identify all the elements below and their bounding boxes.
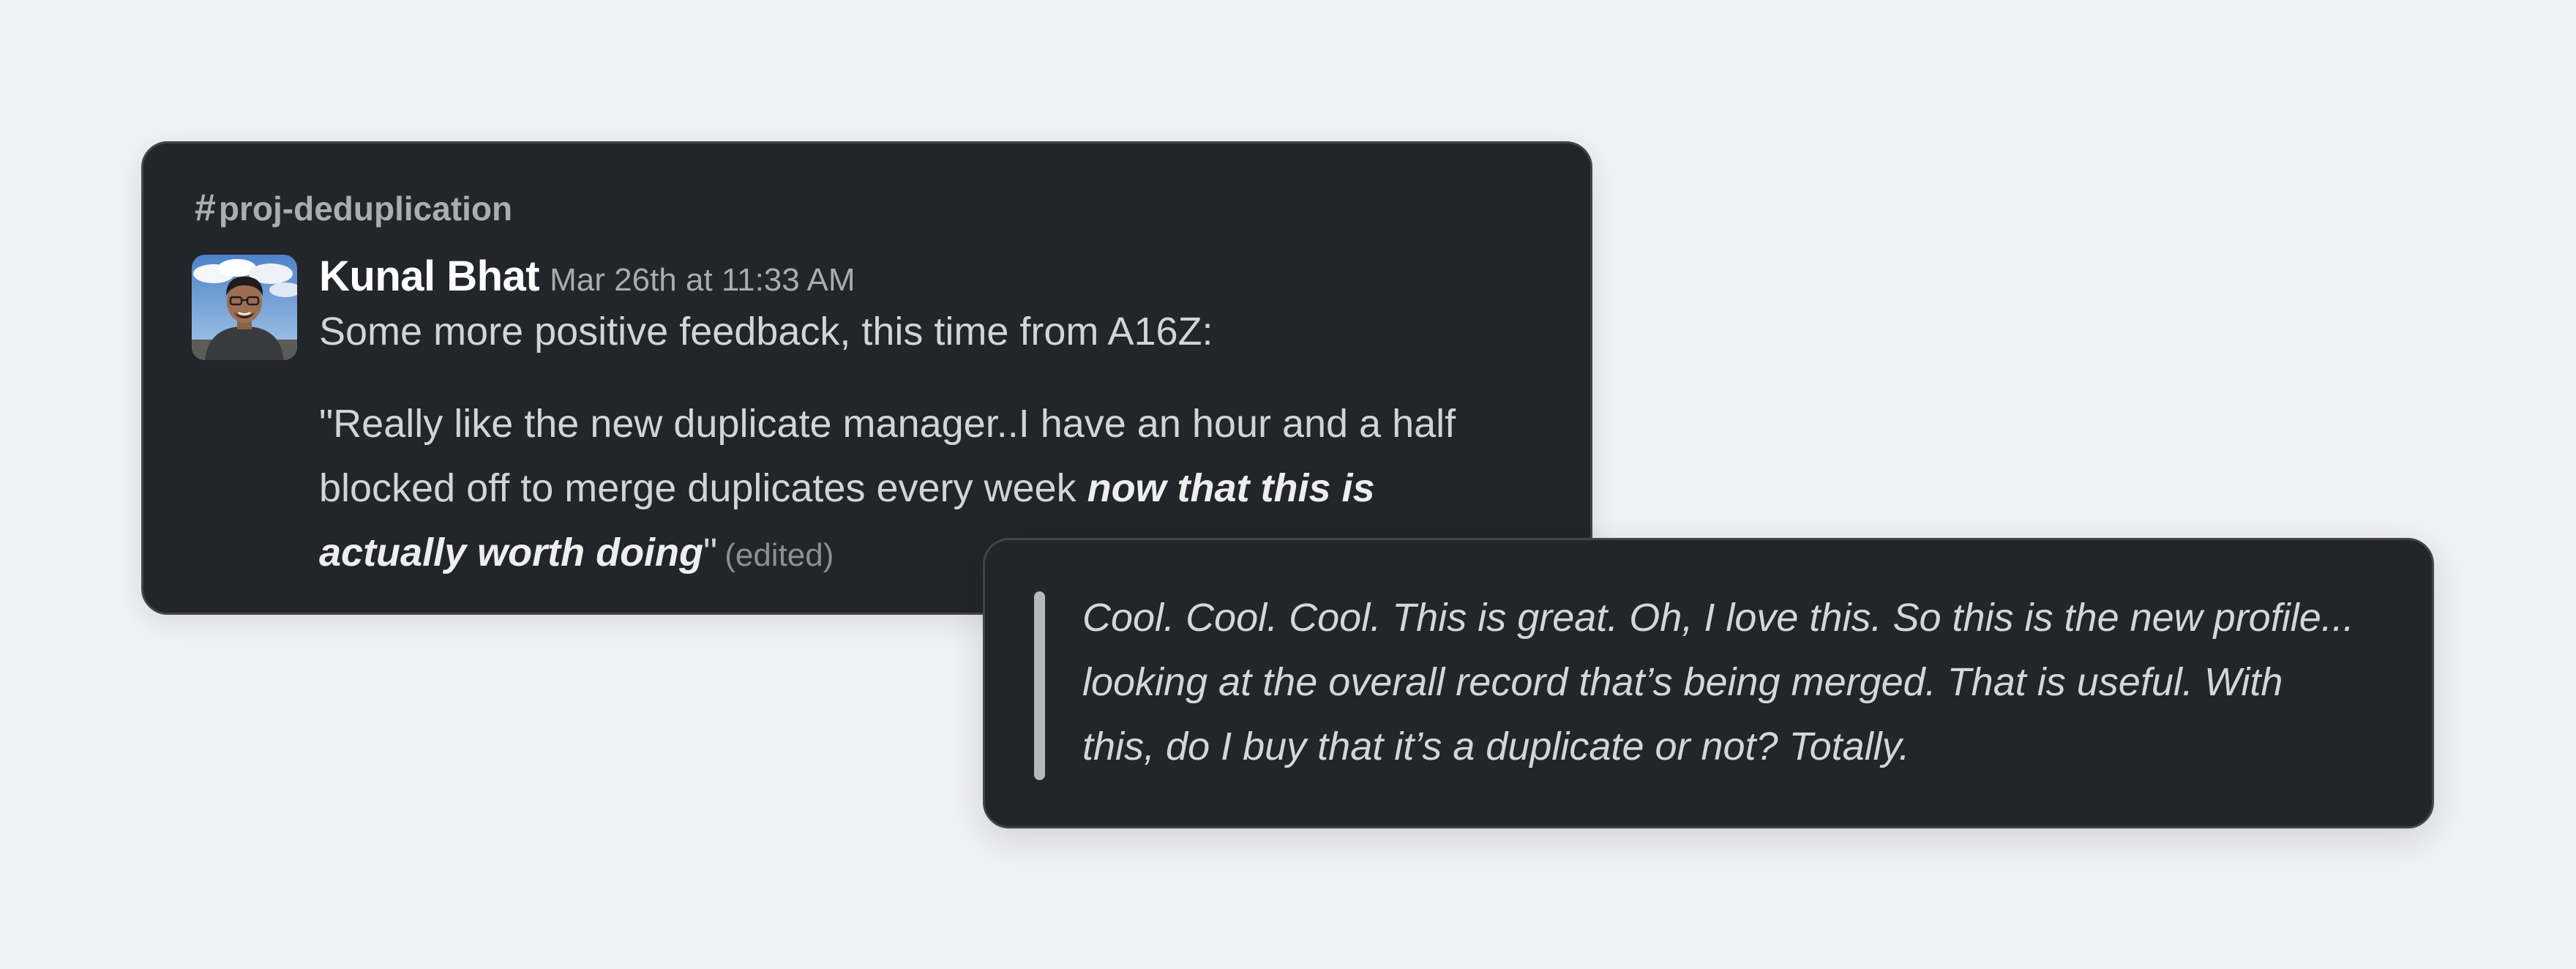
- message-timestamp[interactable]: Mar 26th at 11:33 AM: [550, 262, 855, 298]
- author-name[interactable]: Kunal Bhat: [319, 252, 540, 300]
- blockquote-bar: [1034, 591, 1045, 780]
- quote-close: ": [703, 531, 718, 575]
- reply-quote-text: Cool. Cool. Cool. This is great. Oh, I l…: [1082, 585, 2400, 779]
- edited-label: (edited): [724, 537, 834, 573]
- channel-hash-icon: #: [195, 187, 216, 229]
- channel-name[interactable]: #proj-deduplication: [195, 186, 512, 230]
- reply-quote-card: Cool. Cool. Cool. This is great. Oh, I l…: [983, 538, 2434, 828]
- reply-line: this, do I buy that it’s a duplicate or …: [1082, 725, 1910, 768]
- message-header: Kunal Bhat Mar 26th at 11:33 AM: [319, 252, 855, 301]
- channel-label: proj-deduplication: [218, 190, 513, 228]
- message-intro: Some more positive feedback, this time f…: [319, 310, 1213, 353]
- user-photo-avatar-icon: [192, 255, 297, 360]
- reply-line: Cool. Cool. Cool. This is great. Oh, I l…: [1082, 596, 2354, 640]
- avatar[interactable]: [192, 255, 297, 360]
- reply-line: looking at the overall record that’s bei…: [1082, 660, 2283, 704]
